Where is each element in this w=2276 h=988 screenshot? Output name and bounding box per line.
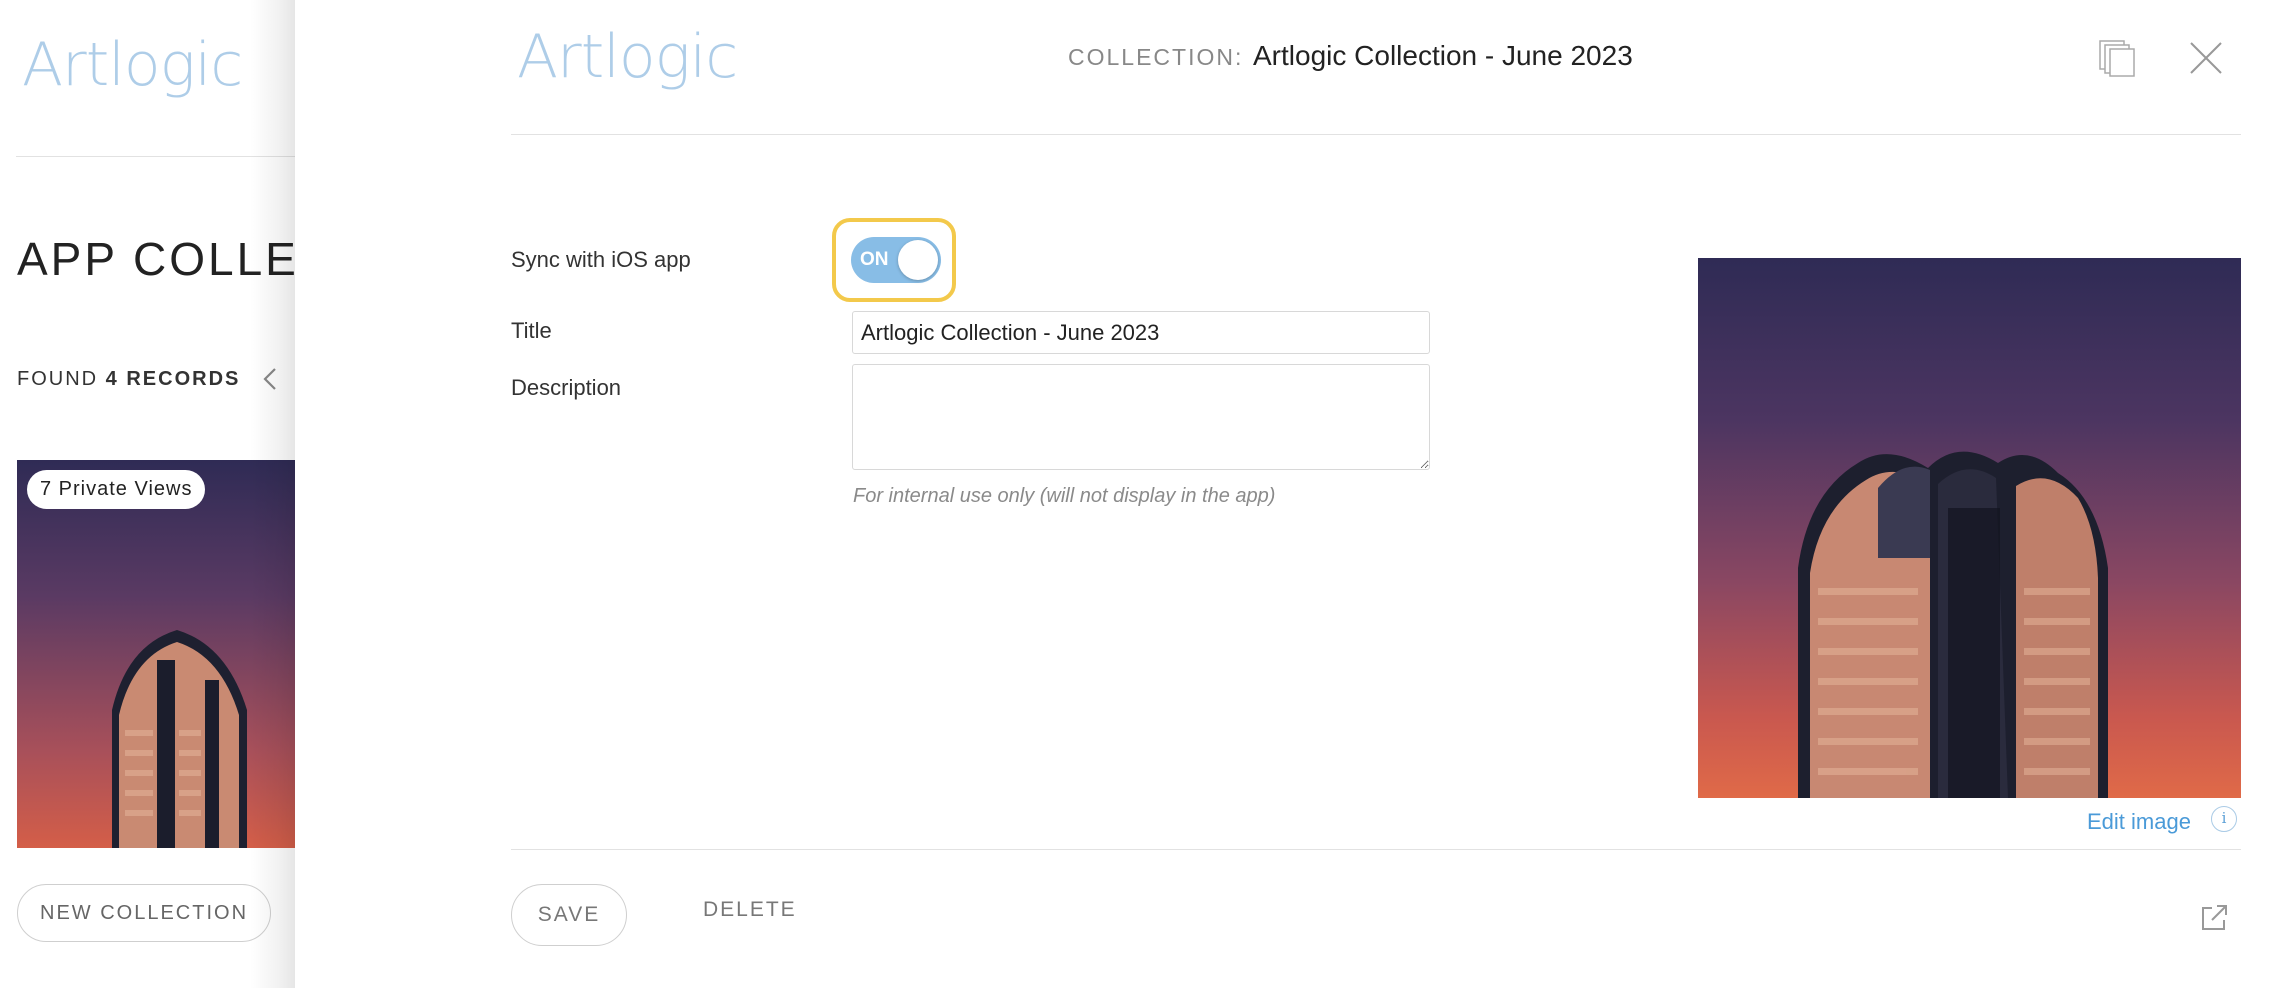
title-input[interactable]: [852, 311, 1430, 354]
toggle-state-text: ON: [860, 249, 889, 270]
description-textarea[interactable]: [852, 364, 1430, 470]
sync-label: Sync with iOS app: [511, 247, 691, 272]
description-hint: For internal use only (will not display …: [853, 485, 1276, 507]
records-count: FOUND 4 RECORDS: [17, 368, 240, 391]
modal-header: Artlogic COLLECTION: Artlogic Collection…: [295, 0, 2276, 134]
delete-button[interactable]: DELETE: [703, 898, 797, 922]
new-collection-button[interactable]: NEW COLLECTION: [17, 884, 272, 942]
artlogic-logo: Artlogic: [517, 22, 738, 92]
edit-image-link[interactable]: Edit image: [2087, 809, 2191, 835]
modal-shadow: [250, 0, 296, 988]
private-views-badge: 7 Private Views: [27, 470, 206, 509]
building-photo: [1798, 451, 2108, 798]
records-prefix: FOUND: [17, 368, 106, 390]
background-logo: Artlogic: [22, 30, 243, 100]
collection-image[interactable]: [1698, 258, 2241, 798]
collection-label: COLLECTION:: [1068, 44, 1244, 70]
description-label: Description: [511, 375, 622, 400]
records-number: 4 RECORDS: [105, 368, 241, 390]
copy-icon[interactable]: [2097, 38, 2137, 78]
title-label: Title: [511, 318, 552, 343]
external-link-icon[interactable]: [2198, 902, 2230, 934]
collection-modal: Artlogic COLLECTION: Artlogic Collection…: [295, 0, 2276, 988]
footer-divider: [511, 849, 2241, 850]
save-button[interactable]: SAVE: [511, 884, 627, 946]
sync-toggle[interactable]: ON: [851, 237, 941, 283]
background-page: Artlogic APP COLLEC FOUND 4 RECORDS 7 Pr…: [0, 0, 300, 988]
info-icon[interactable]: i: [2211, 806, 2237, 832]
header-divider: [511, 134, 2241, 135]
collection-name: Artlogic Collection - June 2023: [1253, 40, 1633, 71]
toggle-knob: [898, 240, 938, 280]
close-icon[interactable]: [2188, 40, 2224, 76]
